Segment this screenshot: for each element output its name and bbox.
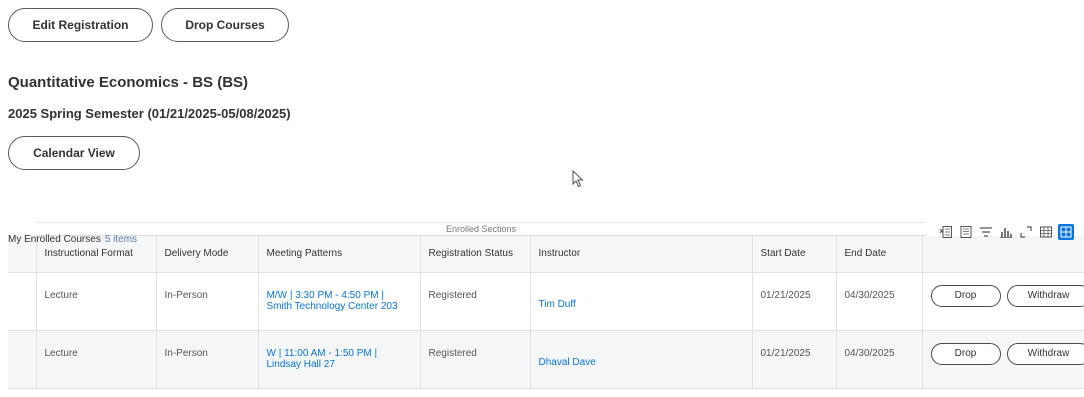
column-header[interactable]: Start Date — [752, 236, 837, 273]
chart-icon[interactable] — [998, 224, 1014, 240]
column-header[interactable]: Meeting Patterns — [258, 236, 421, 273]
semester-title: 2025 Spring Semester (01/21/2025-05/08/2… — [8, 106, 291, 121]
calendar-view-button[interactable]: Calendar View — [8, 136, 140, 170]
grid-view-icon[interactable] — [1058, 224, 1074, 240]
row-select-cell[interactable] — [8, 330, 37, 389]
actions-header — [922, 236, 1084, 273]
export-pdf-icon[interactable] — [958, 224, 974, 240]
row-select-cell[interactable] — [8, 272, 37, 331]
group-header-enrolled-sections: Enrolled Sections — [36, 222, 926, 236]
column-header[interactable]: Instructor — [530, 236, 753, 273]
table-row: Lecture In-Person M/W | 3:30 PM - 4:50 P… — [8, 272, 1084, 331]
withdraw-button[interactable]: Withdraw — [1006, 284, 1084, 307]
fullscreen-icon[interactable] — [1018, 224, 1034, 240]
status-cell: Registered — [420, 330, 531, 389]
enrolled-courses-title: My Enrolled Courses 5 items — [8, 234, 137, 245]
instructor-link[interactable]: Dhaval Dave — [539, 357, 596, 368]
start-date-cell: 01/21/2025 — [752, 272, 837, 331]
withdraw-button[interactable]: Withdraw — [1006, 342, 1084, 365]
mode-cell: In-Person — [156, 272, 259, 331]
meeting-pattern-link[interactable]: M/W | 3:30 PM - 4:50 PM | Smith Technolo… — [258, 272, 421, 331]
mouse-cursor-icon — [572, 170, 584, 188]
drop-button[interactable]: Drop — [930, 284, 1001, 307]
instructor-link[interactable]: Tim Duff — [539, 299, 576, 310]
program-title: Quantitative Economics - BS (BS) — [8, 74, 249, 91]
drop-button[interactable]: Drop — [930, 342, 1001, 365]
start-date-cell: 01/21/2025 — [752, 330, 837, 389]
table-view-icon[interactable] — [1038, 224, 1054, 240]
format-cell: Lecture — [36, 330, 157, 389]
status-cell: Registered — [420, 272, 531, 331]
end-date-cell: 04/30/2025 — [836, 330, 923, 389]
column-header[interactable]: Delivery Mode — [156, 236, 259, 273]
instructor-cell: Tim Duff — [530, 272, 753, 331]
column-header[interactable]: Registration Status — [420, 236, 531, 273]
table-header-row: Instructional Format Delivery Mode Meeti… — [8, 236, 1084, 273]
enrolled-courses-label: My Enrolled Courses — [8, 234, 101, 245]
format-cell: Lecture — [36, 272, 157, 331]
mode-cell: In-Person — [156, 330, 259, 389]
column-header[interactable]: End Date — [836, 236, 923, 273]
actions-cell: Drop Withdraw — [922, 330, 1084, 389]
item-count: 5 items — [104, 234, 138, 245]
filter-icon[interactable] — [978, 224, 994, 240]
actions-cell: Drop Withdraw — [922, 272, 1084, 331]
enrolled-courses-table: Instructional Format Delivery Mode Meeti… — [8, 236, 1084, 389]
grid-toolbar — [938, 224, 1074, 240]
end-date-cell: 04/30/2025 — [836, 272, 923, 331]
meeting-pattern-link[interactable]: W | 11:00 AM - 1:50 PM | Lindsay Hall 27 — [258, 330, 421, 389]
instructor-cell: Dhaval Dave — [530, 330, 753, 389]
enrolled-courses-grid: Enrolled Sections Instructional Format D… — [8, 222, 1084, 397]
drop-courses-button[interactable]: Drop Courses — [161, 8, 289, 42]
export-excel-icon[interactable] — [938, 224, 954, 240]
edit-registration-button[interactable]: Edit Registration — [8, 8, 153, 42]
table-row: Lecture In-Person W | 11:00 AM - 1:50 PM… — [8, 330, 1084, 389]
